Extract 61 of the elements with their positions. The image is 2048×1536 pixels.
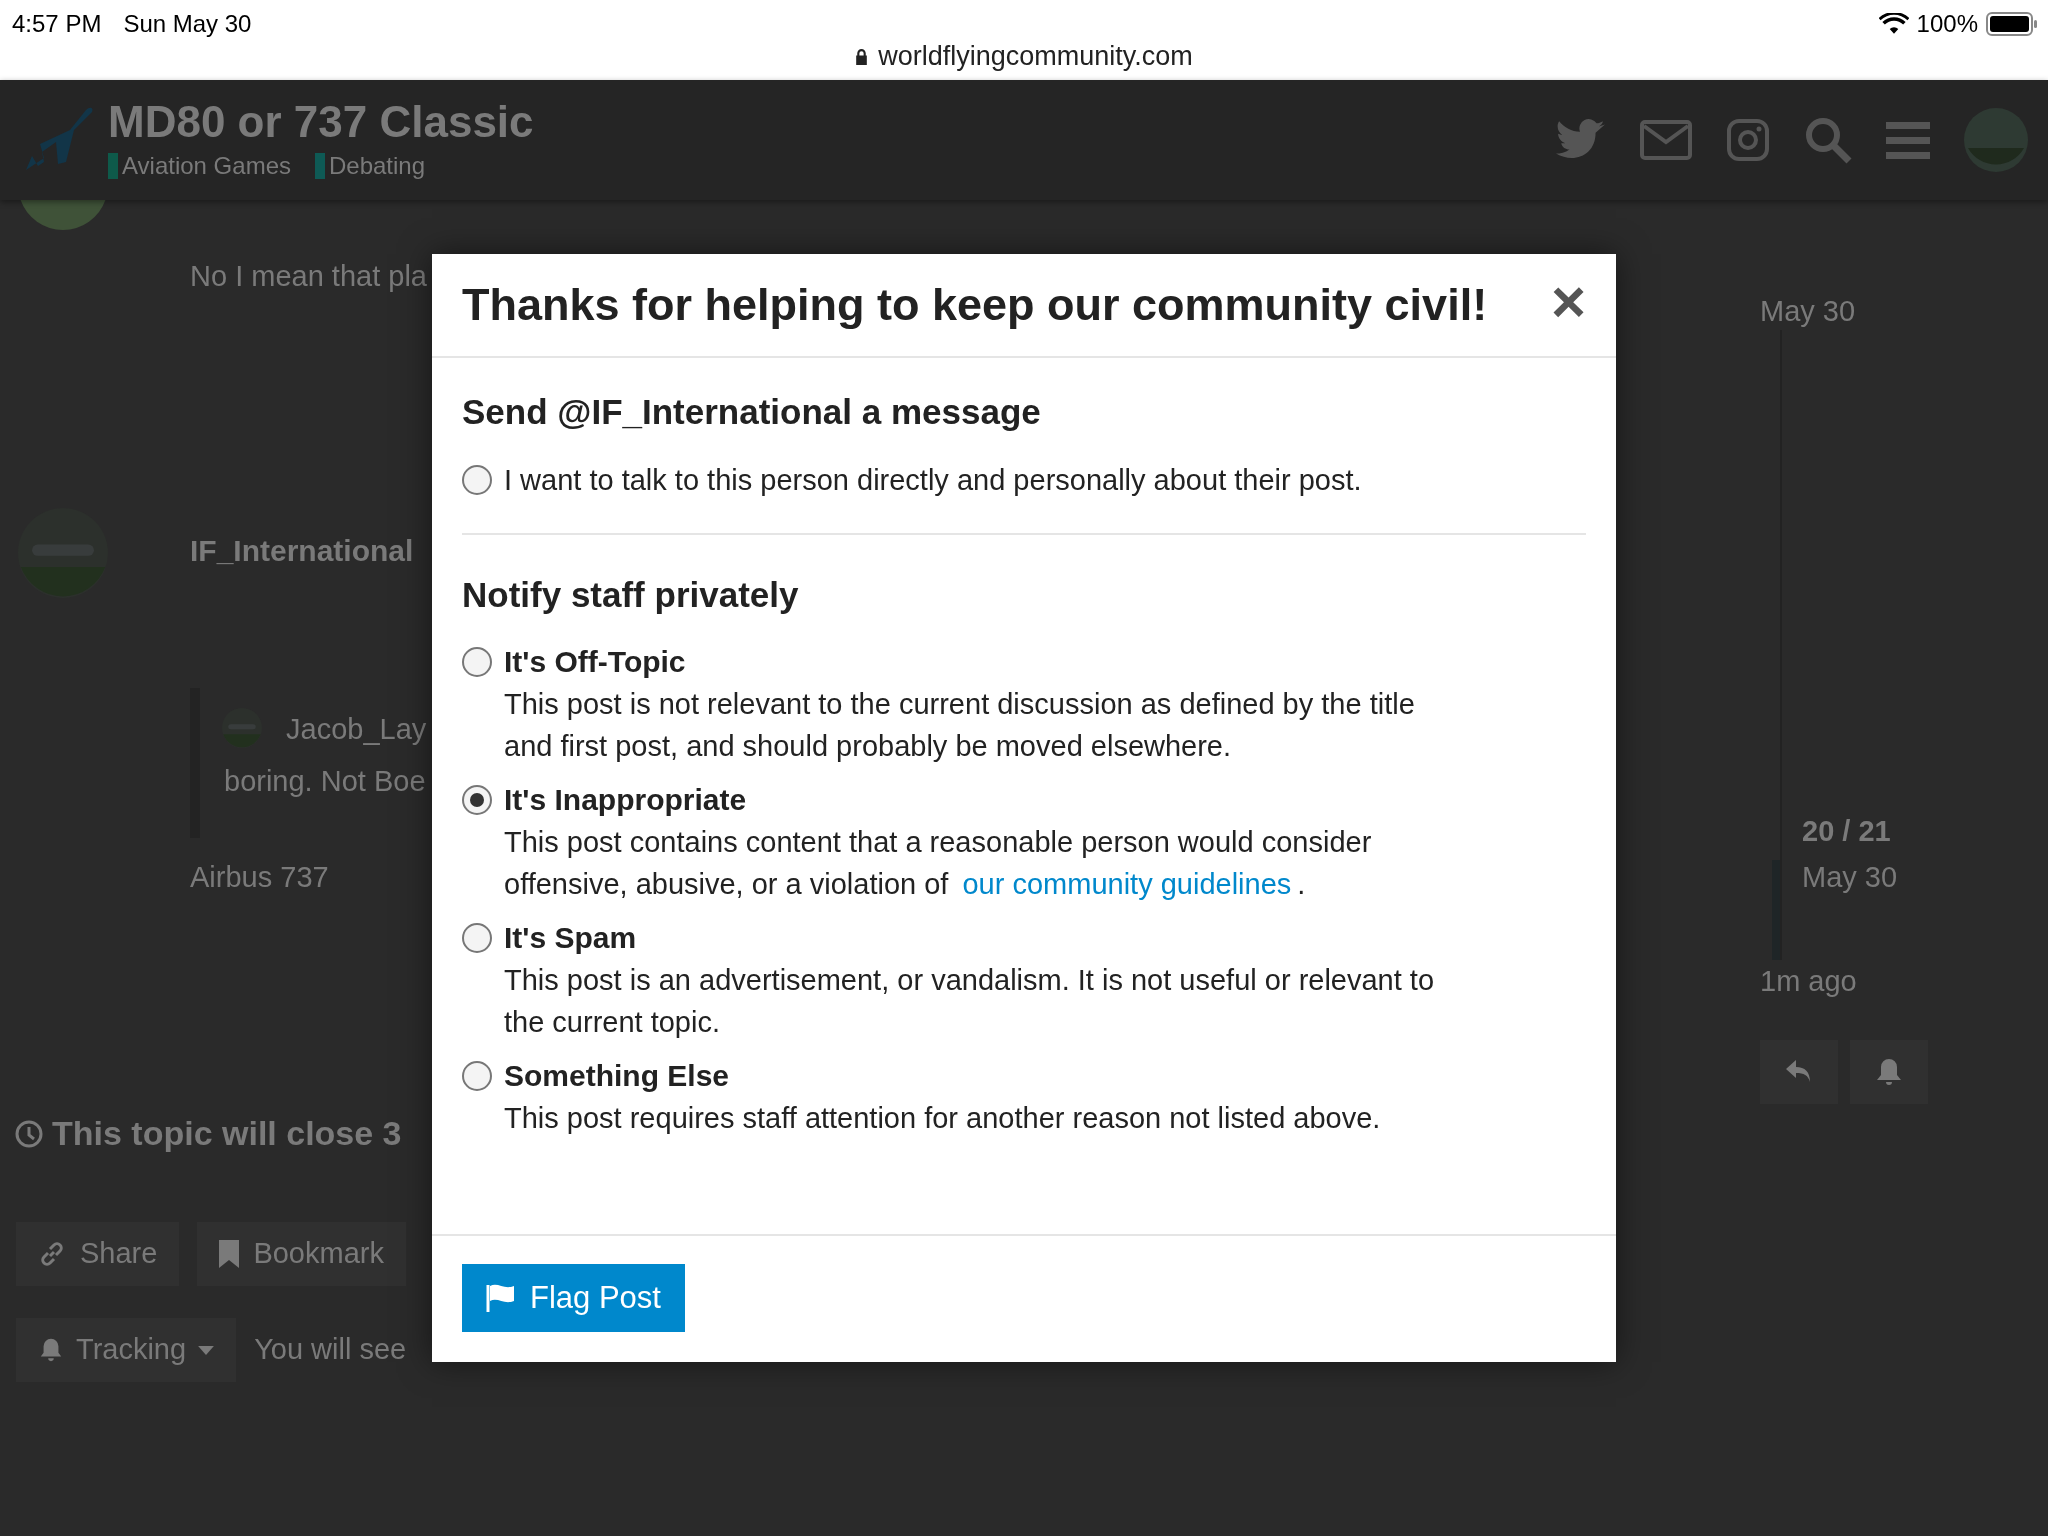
radio-button[interactable] [462, 1061, 492, 1091]
camera-icon[interactable] [1726, 118, 1770, 162]
timeline-position: 20 / 21 [1802, 814, 1891, 849]
post-text: No I mean that pla [190, 259, 427, 294]
tracking-description: You will see [254, 1332, 407, 1368]
quote-text: boring. Not Boe [224, 764, 426, 799]
status-time: 4:57 PM [12, 9, 102, 39]
topic-notice: This topic will close 3 [52, 1113, 402, 1154]
radio-button[interactable] [462, 785, 492, 815]
option-description: This post is an advertisement, or vandalism. It is not useful or relevant to the current topic. [504, 963, 1436, 1040]
quote-author[interactable]: Jacob_Lay [286, 708, 427, 752]
close-button[interactable]: × [1550, 272, 1586, 338]
tracking-button[interactable]: Tracking [16, 1318, 237, 1382]
timeline-last: 1m ago [1760, 964, 1857, 999]
reply-button[interactable] [1760, 1040, 1838, 1104]
section-heading: Notify staff privately [462, 573, 800, 616]
bookmark-button[interactable]: Bookmark [197, 1222, 406, 1286]
address-url: worldflyingcommunity.com [878, 40, 1193, 73]
notification-button[interactable] [1850, 1040, 1928, 1104]
radio-button[interactable] [462, 647, 492, 677]
caret-icon [198, 1345, 215, 1355]
lock-icon [855, 47, 869, 65]
link-icon [38, 1240, 66, 1268]
bell-icon [1875, 1057, 1903, 1087]
flag-icon [486, 1284, 516, 1312]
section-heading: Send @IF_International a message [462, 391, 1042, 433]
post-author[interactable]: IF_International [190, 528, 414, 573]
post-date: May 30 [1760, 294, 1856, 329]
radio-button[interactable] [462, 923, 492, 953]
clock-icon [14, 1118, 44, 1149]
battery-icon [1986, 12, 2038, 36]
flag-post-button[interactable]: Flag Post [462, 1264, 685, 1332]
option-label: It's Spam [504, 920, 638, 956]
option-label: It's Off-Topic [504, 644, 687, 680]
option-description: This post requires staff attention for another reason not listed above. [504, 1101, 1382, 1136]
status-date: Sun May 30 [123, 9, 252, 39]
topic-title: MD80 or 737 Classic [108, 96, 534, 148]
option-description: This post contains content that a reasonable person would consider offensive, abusive, or a violation of our community guidelines . [504, 825, 1373, 902]
avatar-icon [18, 508, 108, 598]
bird-icon[interactable] [1556, 119, 1606, 161]
avatar-icon [18, 200, 108, 230]
bookmark-icon [219, 1240, 240, 1268]
category-tag[interactable]: Debating [329, 148, 426, 184]
search-icon[interactable] [1804, 116, 1852, 164]
option-label: I want to talk to this person directly and personally about their post. [504, 462, 1362, 498]
radio-button[interactable] [462, 464, 492, 495]
option-label: It's Inappropriate [504, 782, 748, 818]
option-description: This post is not relevant to the current discussion as defined by the title and first post, and should probably be moved elsewhere. [504, 687, 1416, 764]
wifi-icon [1878, 13, 1909, 35]
battery-percentage: 100% [1916, 9, 1978, 39]
category-tag[interactable]: Aviation Games [122, 148, 291, 184]
avatar-icon [222, 708, 262, 748]
envelope-icon[interactable] [1640, 120, 1692, 160]
guidelines-link[interactable]: our community guidelines [962, 868, 1292, 900]
dialog-title: Thanks for helping to keep our community civil! [462, 278, 1488, 333]
menu-icon[interactable] [1886, 120, 1930, 160]
bell-icon [38, 1337, 64, 1363]
timeline-date: May 30 [1802, 860, 1898, 895]
post-text: Airbus 737 [190, 860, 329, 895]
share-button[interactable]: Share [16, 1222, 180, 1286]
option-label: Something Else [504, 1058, 731, 1094]
